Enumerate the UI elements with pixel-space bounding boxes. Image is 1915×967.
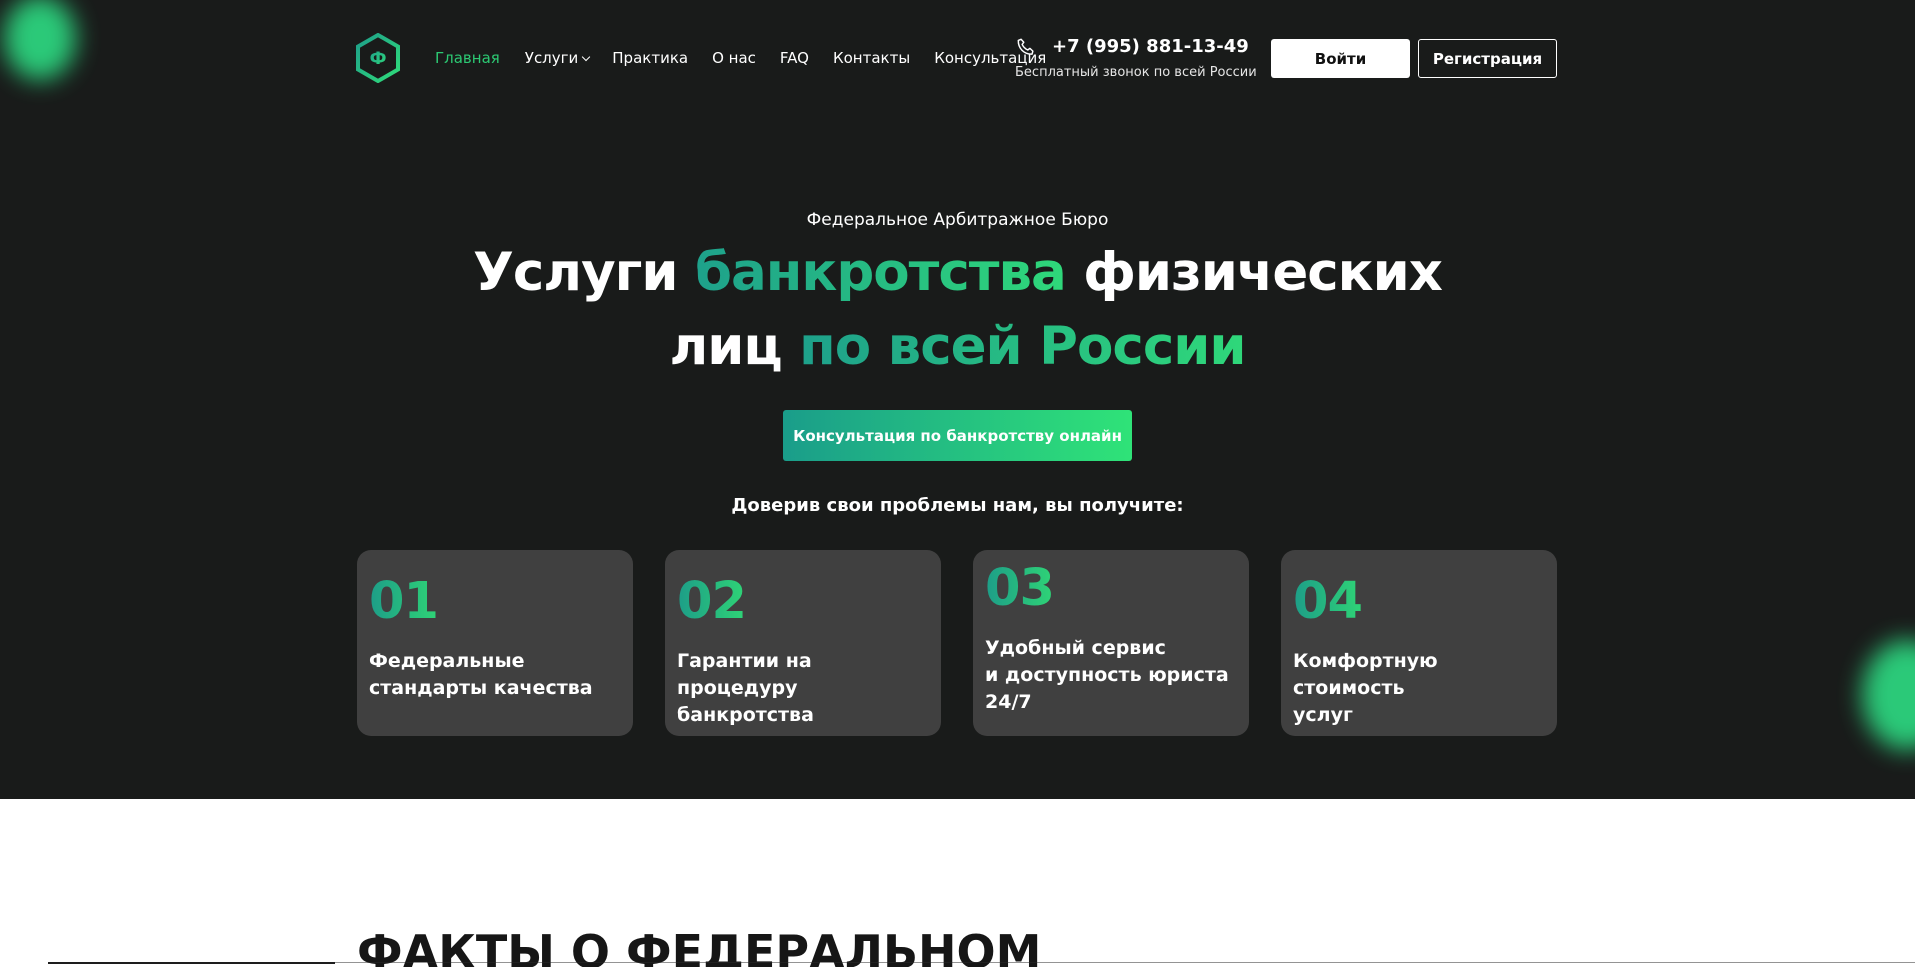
benefit-text: Комфортную стоимость услуг	[1293, 648, 1547, 729]
benefit-text-line: стандарты качества	[369, 677, 593, 699]
register-button[interactable]: Регистрация	[1418, 39, 1557, 78]
benefit-text: Удобный сервис и доступность юриста 24/7	[985, 635, 1239, 716]
headline-highlight: банкротства	[694, 242, 1067, 303]
phone-note: Бесплатный звонок по всей России	[1015, 65, 1257, 80]
phone-icon	[1017, 38, 1034, 55]
divider	[335, 962, 1915, 963]
benefit-text-line: Гарантии на процедуру	[677, 650, 812, 699]
hero-section: Ф Главная Услуги Практика О нас FAQ Конт…	[0, 0, 1915, 799]
benefits-title: Доверив свои проблемы нам, вы получите:	[731, 495, 1184, 516]
nav-item-contacts[interactable]: Контакты	[833, 49, 910, 67]
nav-item-practice[interactable]: Практика	[612, 49, 688, 67]
decorative-blob	[4, 0, 76, 80]
decorative-blob	[1862, 640, 1915, 750]
facts-section-title: ФАКТЫ О ФЕДЕРАЛЬНОМ	[357, 925, 1042, 967]
benefit-number: 03	[985, 559, 1055, 618]
benefit-card: 02 Гарантии на процедуру банкротства	[665, 550, 941, 736]
benefit-number: 04	[1293, 572, 1363, 631]
benefit-text: Гарантии на процедуру банкротства	[677, 648, 931, 729]
divider	[48, 962, 335, 964]
benefit-text-line: банкротства	[677, 704, 814, 726]
nav-item-about[interactable]: О нас	[712, 49, 756, 67]
benefit-card: 01 Федеральные стандарты качества	[357, 550, 633, 736]
chevron-down-icon	[582, 52, 591, 62]
nav-item-faq[interactable]: FAQ	[780, 49, 809, 67]
logo-hexagon-icon[interactable]: Ф	[355, 33, 401, 83]
headline-part: Услуги	[473, 242, 695, 303]
hero-eyebrow: Федеральное Арбитражное Бюро	[806, 210, 1109, 230]
logo-letter: Ф	[370, 49, 387, 69]
headline-part: лиц	[669, 316, 800, 377]
benefit-text: Федеральные стандарты качества	[369, 648, 623, 702]
benefit-text-line: Удобный сервис	[985, 637, 1166, 659]
benefit-card: 03 Удобный сервис и доступность юриста 2…	[973, 550, 1249, 736]
benefit-number: 01	[369, 572, 439, 631]
benefit-text-line: 24/7	[985, 691, 1032, 713]
nav-item-home[interactable]: Главная	[435, 49, 500, 67]
benefit-text-line: услуг	[1293, 704, 1353, 726]
consultation-cta-button[interactable]: Консультация по банкротству онлайн	[783, 410, 1132, 461]
nav-item-services-label: Услуги	[524, 49, 579, 67]
nav-item-services[interactable]: Услуги	[524, 49, 591, 67]
main-nav: Главная Услуги Практика О нас FAQ Контак…	[435, 47, 1046, 69]
benefit-text-line: и доступность юриста	[985, 664, 1229, 686]
hero-headline: Услуги банкротства физических лиц по все…	[0, 236, 1915, 384]
benefit-number: 02	[677, 572, 747, 631]
login-button[interactable]: Войти	[1271, 39, 1410, 78]
benefit-cards: 01 Федеральные стандарты качества 02 Гар…	[357, 550, 1557, 736]
benefit-text-line: Комфортную стоимость	[1293, 650, 1438, 699]
headline-highlight: по всей России	[799, 316, 1246, 377]
benefit-text-line: Федеральные	[369, 650, 525, 672]
headline-part: физических	[1065, 242, 1443, 303]
benefit-card: 04 Комфортную стоимость услуг	[1281, 550, 1557, 736]
phone-number[interactable]: +7 (995) 881-13-49	[1052, 36, 1249, 57]
